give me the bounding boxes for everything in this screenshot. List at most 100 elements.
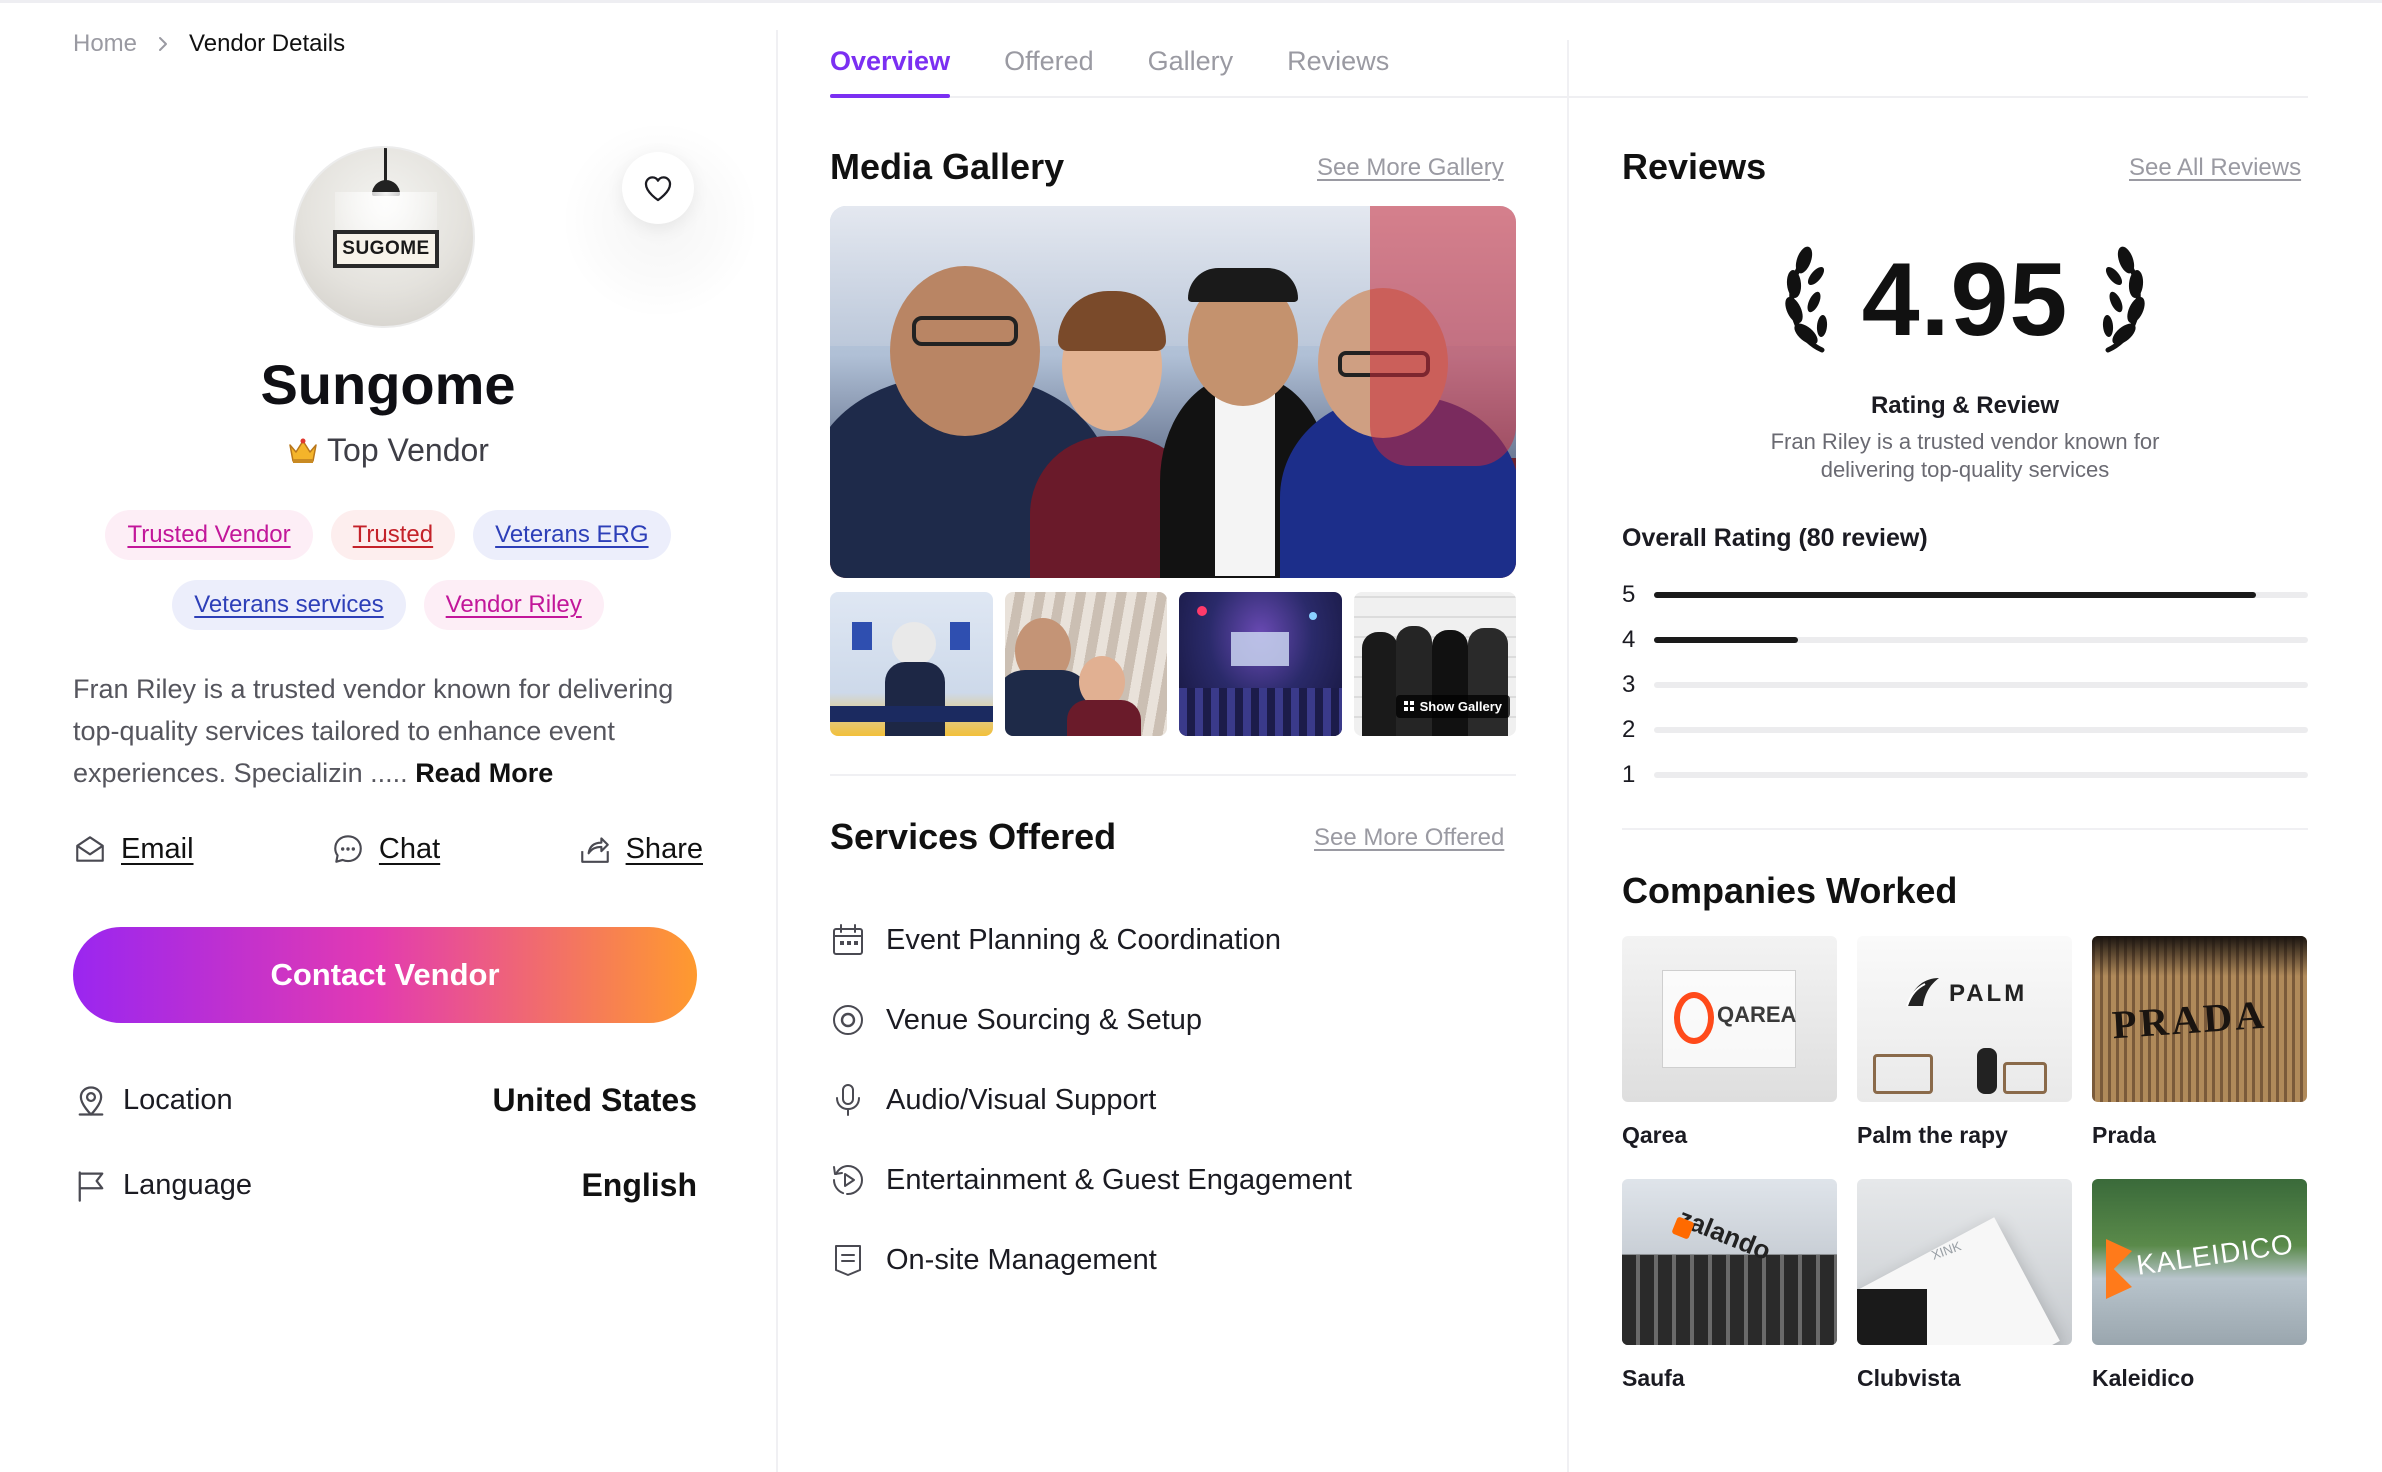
see-more-offered-link[interactable]: See More Offered — [1314, 824, 1504, 852]
breadcrumb: Home Vendor Details — [73, 30, 345, 58]
chat-icon — [334, 835, 362, 863]
gallery-thumbnail[interactable] — [1179, 592, 1342, 736]
vendor-name: Sungome — [260, 353, 516, 416]
language-label-wrap: Language — [73, 1168, 252, 1204]
service-item: Entertainment & Guest Engagement — [830, 1140, 1516, 1220]
gallery-thumbnail[interactable] — [1004, 592, 1167, 736]
breadcrumb-current: Vendor Details — [189, 30, 346, 57]
company-card[interactable]: PALM Palm the rapy — [1857, 936, 2072, 1149]
gallery-thumbnail[interactable]: Show Gallery — [1353, 592, 1516, 736]
location-label-wrap: Location — [73, 1083, 233, 1119]
location-row: Location United States — [73, 1082, 697, 1119]
gallery-thumbnails: Show Gallery — [830, 592, 1516, 736]
tag-vendor-riley[interactable]: Vendor Riley — [423, 580, 604, 630]
chevron-right-icon — [159, 37, 168, 51]
show-gallery-label: Show Gallery — [1419, 699, 1502, 714]
replay-icon — [833, 1164, 864, 1196]
share-button[interactable]: Share — [578, 832, 703, 866]
rating-bar-row: 2 — [1622, 707, 2308, 752]
tag-veterans-erg[interactable]: Veterans ERG — [473, 510, 671, 560]
chat-button[interactable]: Chat — [331, 832, 440, 866]
contact-vendor-button[interactable]: Contact Vendor — [73, 927, 697, 1023]
tab-gallery[interactable]: Gallery — [1148, 46, 1234, 96]
see-more-gallery-link[interactable]: See More Gallery — [1317, 154, 1504, 182]
vendor-rank-label: Top Vendor — [327, 432, 489, 468]
rating-bar-track — [1654, 591, 2308, 598]
rating-distribution: 5 4 3 2 1 — [1622, 572, 2308, 797]
service-label: Event Planning & Coordination — [886, 923, 1281, 956]
company-logo-text: PRADA — [2110, 991, 2269, 1048]
company-card[interactable]: QAREA Qarea — [1622, 936, 1837, 1149]
tag-list: Trusted Vendor Trusted Veterans ERG Vete… — [73, 510, 703, 630]
rating-score-block: 4.95 — [1622, 225, 2308, 375]
microphone-icon — [836, 1084, 860, 1116]
services-list: Event Planning & Coordination Venue Sour… — [830, 900, 1516, 1300]
laurel-right-icon — [2103, 246, 2145, 353]
chat-label: Chat — [378, 832, 441, 865]
vendor-bio-text: Fran Riley is a trusted vendor known for… — [73, 674, 674, 788]
company-logo-text: KALEIDICO — [2134, 1228, 2296, 1281]
company-logo: QAREA — [1622, 936, 1837, 1102]
language-label: Language — [123, 1169, 253, 1201]
tag-trusted[interactable]: Trusted — [330, 510, 456, 560]
overall-rating-label: Overall Rating (80 review) — [1622, 524, 1928, 552]
language-value: English — [581, 1167, 697, 1203]
rating-bar-track — [1654, 726, 2308, 733]
company-card[interactable]: KALEIDICO Kaleidico — [2092, 1179, 2307, 1392]
rating-bar-stars: 5 — [1622, 580, 1636, 608]
read-more-link[interactable]: Read More — [415, 758, 553, 788]
vendor-bio: Fran Riley is a trusted vendor known for… — [73, 668, 713, 794]
tag-trusted-vendor[interactable]: Trusted Vendor — [105, 510, 313, 560]
rating-bar-row: 1 — [1622, 752, 2308, 797]
company-name: Kaleidico — [2092, 1365, 2195, 1391]
rating-bar-row: 5 — [1622, 572, 2308, 617]
rating-bar-stars: 1 — [1622, 760, 1636, 788]
breadcrumb-home[interactable]: Home — [73, 30, 137, 58]
grid-icon — [1403, 701, 1414, 711]
rating-bar-fill — [1654, 636, 1798, 643]
company-logo-text: PALM — [1949, 980, 2028, 1007]
company-name: Clubvista — [1857, 1365, 1961, 1391]
location-value: United States — [492, 1082, 697, 1118]
heart-icon — [644, 176, 672, 202]
companies-worked-title: Companies Worked — [1622, 870, 1958, 911]
rating-bar-row: 3 — [1622, 662, 2308, 707]
see-all-reviews-link[interactable]: See All Reviews — [2129, 154, 2301, 182]
company-card[interactable]: PRADA Prada — [2092, 936, 2307, 1149]
clipboard-icon — [835, 1245, 861, 1276]
email-label: Email — [121, 832, 194, 865]
tab-overview[interactable]: Overview — [830, 46, 951, 98]
service-label: On-site Management — [886, 1243, 1157, 1276]
flag-icon — [78, 1170, 104, 1202]
share-label: Share — [625, 832, 703, 865]
rating-bar-row: 4 — [1622, 617, 2308, 662]
column-divider — [1567, 40, 1569, 1472]
favorite-button[interactable] — [622, 152, 694, 224]
tab-reviews[interactable]: Reviews — [1287, 46, 1389, 96]
service-label: Entertainment & Guest Engagement — [886, 1163, 1352, 1196]
gallery-main-photo[interactable] — [830, 206, 1516, 578]
rating-bar-track — [1654, 681, 2308, 688]
company-card[interactable]: XINK Clubvista — [1857, 1179, 2072, 1392]
section-divider — [830, 774, 1516, 776]
company-logo: PRADA — [2092, 936, 2307, 1102]
show-gallery-button[interactable]: Show Gallery — [1395, 695, 1510, 718]
tab-offered[interactable]: Offered — [1004, 46, 1094, 96]
company-name: Palm the rapy — [1857, 1122, 2008, 1148]
calendar-icon — [833, 924, 863, 955]
company-logo: XINK — [1857, 1179, 2072, 1345]
gallery-thumbnail[interactable] — [830, 592, 993, 736]
company-logo: zalando — [1622, 1179, 1837, 1345]
avatar-sign: SUGOME — [333, 230, 439, 268]
email-button[interactable]: Email — [73, 832, 194, 866]
company-card[interactable]: zalando Saufa — [1622, 1179, 1837, 1392]
media-gallery-title: Media Gallery — [830, 146, 1065, 187]
contact-actions: Email Chat Share — [73, 832, 703, 866]
service-item: On-site Management — [830, 1220, 1516, 1300]
company-name: Saufa — [1622, 1365, 1685, 1391]
rating-caption: Rating & Review — [1870, 392, 2060, 419]
company-name: Prada — [2092, 1122, 2156, 1148]
location-label: Location — [123, 1084, 233, 1116]
tag-veterans-services[interactable]: Veterans services — [172, 580, 406, 630]
column-divider — [776, 30, 778, 1472]
